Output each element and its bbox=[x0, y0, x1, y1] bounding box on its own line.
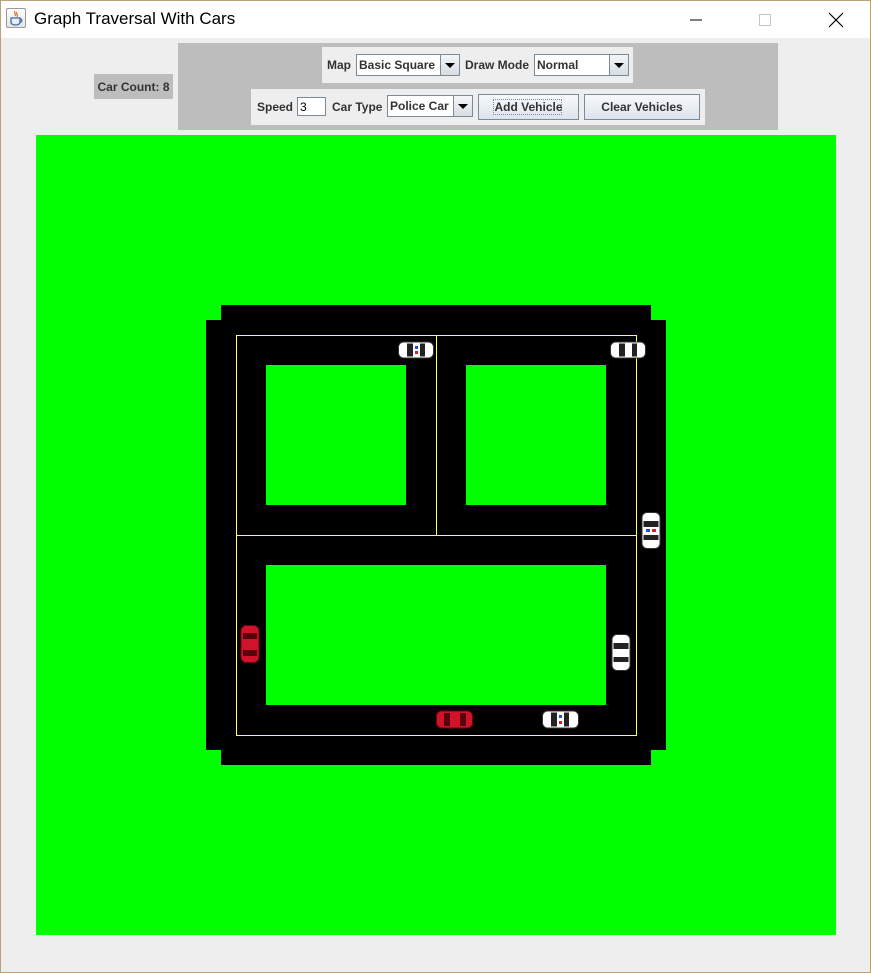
police-car-icon bbox=[611, 634, 631, 676]
window-title: Graph Traversal With Cars bbox=[34, 9, 236, 28]
control-panel: Map Basic Square Draw Mode Normal Speed … bbox=[178, 43, 778, 130]
police-car-icon bbox=[542, 710, 579, 734]
draw-mode-value: Normal bbox=[537, 58, 579, 72]
red-car-icon bbox=[240, 625, 260, 668]
map-canvas[interactable] bbox=[36, 135, 836, 935]
draw-mode-label: Draw Mode bbox=[465, 58, 530, 72]
speed-label: Speed bbox=[257, 100, 294, 114]
car-type-select[interactable]: Police Car bbox=[387, 95, 473, 117]
car-count-label: Car Count: 8 bbox=[94, 74, 173, 99]
map-settings-row: Map Basic Square Draw Mode Normal bbox=[322, 47, 633, 83]
app-window: Graph Traversal With Cars Car Count: 8 M… bbox=[0, 0, 871, 973]
clear-vehicles-button[interactable]: Clear Vehicles bbox=[584, 94, 700, 120]
add-vehicle-button[interactable]: Add Vehicle bbox=[478, 94, 579, 120]
road-map bbox=[206, 305, 666, 765]
vehicle-settings-row: Speed Car Type Police Car Add Vehicle Cl… bbox=[251, 89, 705, 125]
car-type-label: Car Type bbox=[332, 100, 383, 114]
police-car-icon bbox=[610, 341, 646, 364]
car-type-dropdown-arrow-icon[interactable] bbox=[453, 96, 472, 116]
maximize-icon bbox=[759, 13, 771, 26]
map-select-value: Basic Square bbox=[359, 58, 436, 72]
police-car-icon bbox=[398, 341, 434, 364]
java-cup-icon[interactable] bbox=[6, 8, 26, 28]
map-select[interactable]: Basic Square bbox=[356, 54, 460, 76]
red-car-icon bbox=[436, 710, 473, 734]
close-button[interactable] bbox=[813, 1, 859, 38]
draw-mode-select[interactable]: Normal bbox=[534, 54, 629, 76]
map-dropdown-arrow-icon[interactable] bbox=[440, 55, 459, 75]
police-car-icon bbox=[641, 512, 661, 554]
grass-block bbox=[466, 365, 606, 505]
draw-mode-dropdown-arrow-icon[interactable] bbox=[609, 55, 628, 75]
maximize-button[interactable] bbox=[742, 1, 788, 38]
close-icon bbox=[828, 12, 844, 27]
grass-block bbox=[266, 365, 406, 505]
minimize-icon bbox=[690, 19, 702, 20]
title-bar: Graph Traversal With Cars bbox=[1, 1, 870, 38]
car-type-value: Police Car bbox=[390, 99, 449, 113]
clear-vehicles-label: Clear Vehicles bbox=[601, 100, 683, 114]
focus-ring bbox=[493, 99, 562, 115]
minimize-button[interactable] bbox=[673, 1, 719, 38]
map-label: Map bbox=[327, 58, 351, 72]
grass-block bbox=[266, 565, 606, 705]
speed-input[interactable] bbox=[297, 97, 326, 116]
